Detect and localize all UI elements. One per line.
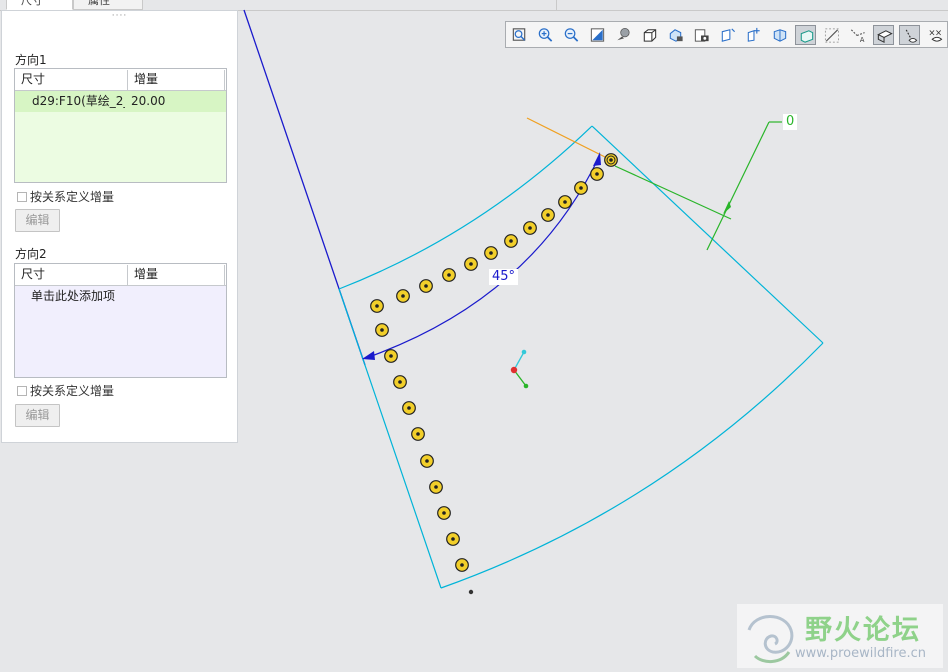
pattern-member-marker[interactable] — [442, 268, 456, 282]
repaint-button[interactable] — [587, 25, 608, 45]
datum-axes-button[interactable] — [743, 25, 764, 45]
datum-points-icon — [773, 29, 787, 42]
watermark-logo-icon — [747, 615, 794, 663]
plane-tag-icon — [877, 30, 893, 44]
pattern-leader-marker[interactable] — [604, 153, 618, 167]
angle-dimension-label[interactable]: 45° — [489, 269, 519, 285]
watermark: 野火论坛 www.proewildfire.cn — [737, 604, 943, 668]
angle-arrow-start — [362, 351, 375, 360]
datum-planes-icon — [721, 28, 736, 42]
axis-tag-button[interactable] — [899, 25, 920, 45]
pattern-member-marker[interactable] — [574, 181, 588, 195]
graphics-toolbar: A × × — [505, 21, 948, 48]
pattern-member-marker[interactable] — [455, 558, 469, 572]
pattern-member-marker[interactable] — [541, 208, 555, 222]
display-style-icon — [617, 27, 630, 41]
pattern-member-marker[interactable] — [429, 480, 443, 494]
zoom-out-icon — [564, 28, 579, 42]
perspective-button[interactable] — [691, 25, 712, 45]
view-manager-icon — [669, 29, 683, 42]
datum-points-button[interactable] — [769, 25, 790, 45]
pattern-member-marker[interactable] — [420, 454, 434, 468]
spin-center-button[interactable] — [821, 25, 842, 45]
svg-text:×: × — [935, 28, 942, 38]
pattern-member-marker[interactable] — [375, 323, 389, 337]
pattern-members[interactable] — [370, 153, 618, 572]
pattern-member-marker[interactable] — [402, 401, 416, 415]
datum-axes-icon — [747, 27, 760, 42]
sketch-section[interactable] — [338, 125, 824, 589]
watermark-title: 野火论坛 — [805, 615, 921, 646]
zoom-in-button[interactable] — [535, 25, 556, 45]
saved-orientations-button[interactable] — [639, 25, 660, 45]
svg-text:A: A — [860, 36, 865, 44]
pattern-member-marker[interactable] — [590, 167, 604, 181]
pattern-member-marker[interactable] — [411, 427, 425, 441]
pattern-member-marker[interactable] — [464, 257, 478, 271]
coordinate-systems-button[interactable] — [795, 25, 816, 45]
datum-point[interactable] — [468, 589, 474, 595]
pattern-member-marker[interactable] — [393, 375, 407, 389]
pattern-member-marker[interactable] — [446, 532, 460, 546]
pattern-member-marker[interactable] — [396, 289, 410, 303]
saved-orientations-icon — [643, 29, 657, 42]
perspective-icon — [694, 29, 709, 42]
pattern-member-marker[interactable] — [484, 246, 498, 260]
datum-planes-button[interactable] — [717, 25, 738, 45]
refit-icon — [512, 28, 526, 41]
annotations-icon: A — [850, 29, 865, 44]
display-style-button[interactable] — [613, 25, 634, 45]
angle-arrow-end — [593, 152, 601, 166]
point-tag-icon: × × — [928, 28, 943, 42]
graphics-canvas[interactable] — [0, 0, 948, 672]
axis-tag-icon — [905, 29, 918, 43]
annotations-button[interactable]: A — [847, 25, 868, 45]
view-manager-button[interactable] — [665, 25, 686, 45]
watermark-url: www.proewildfire.cn — [795, 646, 926, 661]
pattern-member-marker[interactable] — [437, 506, 451, 520]
pattern-member-marker[interactable] — [370, 299, 384, 313]
pattern-member-marker[interactable] — [419, 279, 433, 293]
zoom-in-icon — [538, 28, 553, 42]
coordinate-system-glyph[interactable] — [510, 349, 529, 389]
point-tag-button[interactable]: × × — [925, 25, 946, 45]
zoom-out-button[interactable] — [561, 25, 582, 45]
reference-line — [526, 117, 616, 163]
refit-button[interactable] — [509, 25, 530, 45]
increment-dimension[interactable] — [614, 121, 782, 251]
plane-tag-button[interactable] — [873, 25, 894, 45]
repaint-icon — [590, 28, 605, 42]
angle-dimension-arc[interactable] — [365, 156, 600, 359]
pattern-member-marker[interactable] — [384, 349, 398, 363]
increment-dimension-label[interactable]: 0 — [783, 114, 798, 130]
spin-center-icon — [824, 28, 839, 43]
pattern-member-marker[interactable] — [558, 195, 572, 209]
pattern-member-marker[interactable] — [523, 221, 537, 235]
pattern-member-marker[interactable] — [504, 234, 518, 248]
coordinate-systems-icon — [800, 30, 814, 43]
